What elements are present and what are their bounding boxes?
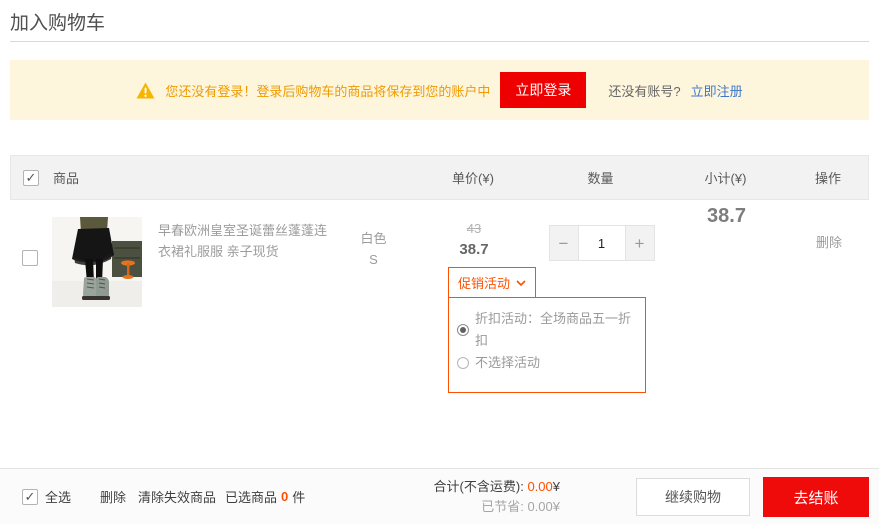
login-now-button[interactable]: 立即登录 (500, 72, 586, 108)
header-quantity: 数量 (538, 168, 663, 187)
radio-button[interactable] (457, 357, 469, 369)
item-checkbox[interactable] (22, 250, 38, 266)
discounted-price: 38.7 (459, 241, 488, 258)
selected-prefix: 已选商品 (225, 487, 277, 506)
saved-currency: ¥ (553, 499, 560, 514)
saved-label: 已节省: (481, 499, 524, 514)
quantity-input[interactable] (578, 225, 626, 261)
continue-shopping-button[interactable]: 继续购物 (636, 478, 750, 516)
quantity-decrease-button[interactable]: − (549, 225, 579, 261)
select-all-footer-checkbox[interactable] (22, 489, 38, 505)
login-warning-text: 您还没有登录！登录后购物车的商品将保存到您的账户中 (165, 81, 490, 100)
select-all-label: 全选 (45, 487, 71, 506)
unit-price-cell: 43 38.7 (409, 219, 539, 261)
total-currency: ¥ (553, 479, 560, 494)
promo-option-label: 折扣活动：全场商品五一折扣 (475, 308, 637, 352)
footer-delete-link[interactable]: 删除 (100, 469, 126, 524)
title-divider (10, 41, 869, 42)
promotion-panel: 折扣活动：全场商品五一折扣 不选择活动 (448, 297, 646, 393)
select-all-header-checkbox[interactable] (23, 170, 39, 186)
saved-line: 已节省: 0.00¥ (481, 497, 560, 517)
promo-option-none[interactable]: 不选择活动 (457, 352, 637, 374)
promotion-label: 促销活动 (458, 273, 510, 292)
product-image[interactable] (52, 217, 142, 307)
selected-suffix: 件 (292, 487, 305, 506)
saved-value: 0.00 (527, 499, 552, 514)
no-account-text: 还没有账号? (608, 81, 680, 100)
header-subtotal: 小计(¥) (663, 168, 788, 187)
selected-count: 0 (281, 489, 288, 504)
cart-item-row: 早春欧洲皇室圣诞蕾丝蓬蓬连衣裙礼服服 亲子现货 白色 S 43 38.7 − +… (10, 205, 869, 320)
product-size: S (369, 252, 378, 267)
cart-footer-bar: 全选 删除 清除失效商品 已选商品 0 件 合计(不含运费): 0.00¥ 已节… (0, 468, 879, 524)
header-action: 操作 (788, 168, 868, 187)
header-unit-price: 单价(¥) (408, 168, 538, 187)
total-value: 0.00 (527, 479, 552, 494)
selected-count-text: 已选商品 0 件 (225, 469, 305, 524)
register-now-link[interactable]: 立即注册 (691, 81, 743, 100)
product-color: 白色 (360, 231, 386, 246)
shopping-cart-page: 加入购物车 您还没有登录！登录后购物车的商品将保存到您的账户中 立即登录 还没有… (0, 0, 879, 524)
chevron-down-icon (516, 280, 526, 286)
page-title: 加入购物车 (10, 8, 105, 35)
clear-invalid-link[interactable]: 清除失效商品 (138, 469, 216, 524)
product-title-link[interactable]: 早春欧洲皇室圣诞蕾丝蓬蓬连衣裙礼服服 亲子现货 (158, 220, 338, 263)
login-warning-banner: 您还没有登录！登录后购物车的商品将保存到您的账户中 立即登录 还没有账号? 立即… (10, 60, 869, 120)
cart-table-header: 商品 单价(¥) 数量 小计(¥) 操作 (10, 155, 869, 200)
quantity-cell: − + (539, 225, 664, 261)
header-product: 商品 (53, 168, 408, 187)
promo-option-discount[interactable]: 折扣活动：全场商品五一折扣 (457, 308, 637, 352)
product-variant: 白色 S (338, 229, 409, 271)
totals-block: 合计(不含运费): 0.00¥ 已节省: 0.00¥ (434, 469, 560, 524)
quantity-increase-button[interactable]: + (625, 225, 655, 261)
delete-item-link[interactable]: 删除 (816, 232, 842, 251)
radio-button[interactable] (457, 324, 469, 336)
warning-triangle-icon (136, 82, 155, 99)
original-price: 43 (467, 221, 481, 236)
promotion-dropdown: 促销活动 折扣活动：全场商品五一折扣 不选择活动 (448, 267, 646, 393)
item-subtotal: 38.7 (707, 205, 746, 227)
total-label: 合计(不含运费): (434, 479, 524, 494)
promo-option-label: 不选择活动 (475, 352, 540, 374)
checkout-button[interactable]: 去结账 (763, 477, 869, 517)
quantity-stepper: − + (549, 225, 655, 261)
promotion-toggle[interactable]: 促销活动 (448, 267, 536, 298)
total-line: 合计(不含运费): 0.00¥ (434, 477, 560, 497)
